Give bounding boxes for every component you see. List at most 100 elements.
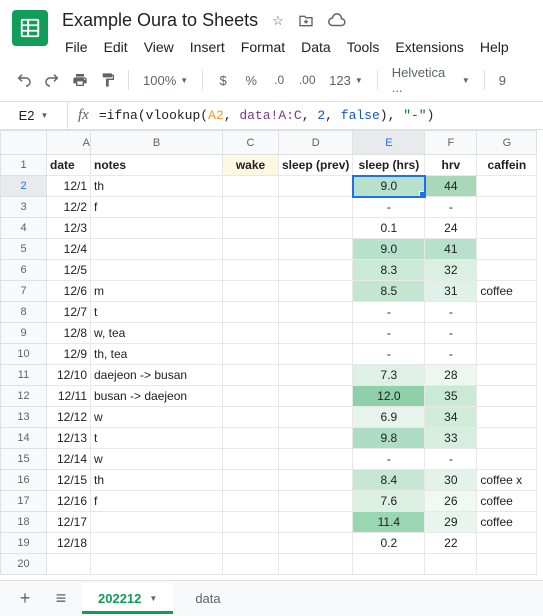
row-header[interactable]: 13 — [1, 407, 47, 428]
cell[interactable]: w — [91, 449, 223, 470]
cell[interactable]: 8.5 — [353, 281, 425, 302]
cell[interactable] — [223, 386, 279, 407]
cell[interactable] — [477, 260, 537, 281]
cell[interactable]: 12.0 — [353, 386, 425, 407]
cell[interactable] — [279, 260, 353, 281]
cell[interactable] — [223, 491, 279, 512]
cell[interactable]: t — [91, 428, 223, 449]
cell[interactable]: 28 — [425, 365, 477, 386]
cell[interactable] — [279, 323, 353, 344]
cell[interactable] — [279, 239, 353, 260]
cell[interactable]: - — [353, 302, 425, 323]
cell[interactable] — [279, 554, 353, 575]
cell[interactable] — [223, 302, 279, 323]
cell[interactable]: 12/2 — [47, 197, 91, 218]
column-header-D[interactable]: D — [279, 131, 353, 155]
cell[interactable] — [279, 470, 353, 491]
cell[interactable]: - — [425, 323, 477, 344]
cell[interactable] — [223, 260, 279, 281]
cell[interactable] — [223, 449, 279, 470]
print-button[interactable] — [68, 67, 92, 93]
sheet-tab-data[interactable]: data — [179, 583, 236, 614]
cell[interactable] — [477, 428, 537, 449]
cell[interactable]: 12/1 — [47, 176, 91, 197]
column-header-B[interactable]: B — [91, 131, 223, 155]
sheet-tab-active[interactable]: 202212▼ — [82, 583, 173, 614]
cell[interactable]: 12/18 — [47, 533, 91, 554]
cell[interactable]: 12/4 — [47, 239, 91, 260]
cell[interactable] — [477, 386, 537, 407]
column-header-E[interactable]: E — [353, 131, 425, 155]
cell[interactable] — [223, 323, 279, 344]
cell[interactable] — [223, 554, 279, 575]
sheet-tab-menu-icon[interactable]: ▼ — [149, 594, 157, 603]
cell[interactable]: 26 — [425, 491, 477, 512]
cell[interactable] — [91, 260, 223, 281]
cell[interactable] — [223, 365, 279, 386]
cell[interactable]: w — [91, 407, 223, 428]
cell[interactable] — [223, 344, 279, 365]
cell[interactable]: 41 — [425, 239, 477, 260]
menu-tools[interactable]: Tools — [340, 35, 387, 59]
cell[interactable] — [223, 407, 279, 428]
cell[interactable]: - — [425, 302, 477, 323]
cell[interactable]: 35 — [425, 386, 477, 407]
menu-file[interactable]: File — [58, 35, 95, 59]
cell[interactable]: - — [353, 323, 425, 344]
cell[interactable]: 9.0 — [353, 176, 425, 197]
cell[interactable] — [223, 197, 279, 218]
row-header[interactable]: 16 — [1, 470, 47, 491]
star-icon[interactable]: ☆ — [272, 13, 284, 29]
cell[interactable]: notes — [91, 155, 223, 176]
menu-format[interactable]: Format — [234, 35, 292, 59]
row-header[interactable]: 2 — [1, 176, 47, 197]
cell[interactable] — [223, 470, 279, 491]
cell[interactable] — [279, 344, 353, 365]
select-all-corner[interactable] — [1, 131, 47, 155]
cell[interactable]: f — [91, 197, 223, 218]
cell[interactable]: 12/15 — [47, 470, 91, 491]
row-header[interactable]: 10 — [1, 344, 47, 365]
cell[interactable]: 30 — [425, 470, 477, 491]
row-header[interactable]: 14 — [1, 428, 47, 449]
cell[interactable]: t — [91, 302, 223, 323]
cell[interactable] — [223, 218, 279, 239]
row-header[interactable]: 19 — [1, 533, 47, 554]
cell[interactable]: 8.4 — [353, 470, 425, 491]
row-header[interactable]: 8 — [1, 302, 47, 323]
cell[interactable]: 12/16 — [47, 491, 91, 512]
cell[interactable]: 22 — [425, 533, 477, 554]
cell[interactable]: caffein — [477, 155, 537, 176]
cell[interactable]: coffee — [477, 491, 537, 512]
cell[interactable] — [477, 239, 537, 260]
cell[interactable]: - — [425, 344, 477, 365]
cell[interactable] — [279, 218, 353, 239]
row-header[interactable]: 11 — [1, 365, 47, 386]
row-header[interactable]: 7 — [1, 281, 47, 302]
cell[interactable] — [477, 323, 537, 344]
cell[interactable]: coffee x — [477, 470, 537, 491]
menu-insert[interactable]: Insert — [183, 35, 232, 59]
cell[interactable] — [91, 239, 223, 260]
cell[interactable]: 44 — [425, 176, 477, 197]
cell[interactable] — [279, 533, 353, 554]
cell[interactable]: 12/10 — [47, 365, 91, 386]
cell[interactable]: 7.6 — [353, 491, 425, 512]
cell[interactable] — [223, 176, 279, 197]
cell[interactable] — [425, 554, 477, 575]
cell[interactable]: 12/12 — [47, 407, 91, 428]
cell[interactable]: date — [47, 155, 91, 176]
cell[interactable]: w, tea — [91, 323, 223, 344]
column-header-F[interactable]: F — [425, 131, 477, 155]
column-header-C[interactable]: C — [223, 131, 279, 155]
cell[interactable]: 34 — [425, 407, 477, 428]
more-formats-dropdown[interactable]: 123▼ — [323, 73, 369, 88]
cell[interactable] — [477, 344, 537, 365]
cell[interactable] — [477, 533, 537, 554]
cell[interactable]: 9.0 — [353, 239, 425, 260]
row-header[interactable]: 4 — [1, 218, 47, 239]
menu-extensions[interactable]: Extensions — [388, 35, 470, 59]
cell[interactable] — [477, 302, 537, 323]
cell[interactable] — [477, 365, 537, 386]
cell[interactable]: 12/11 — [47, 386, 91, 407]
